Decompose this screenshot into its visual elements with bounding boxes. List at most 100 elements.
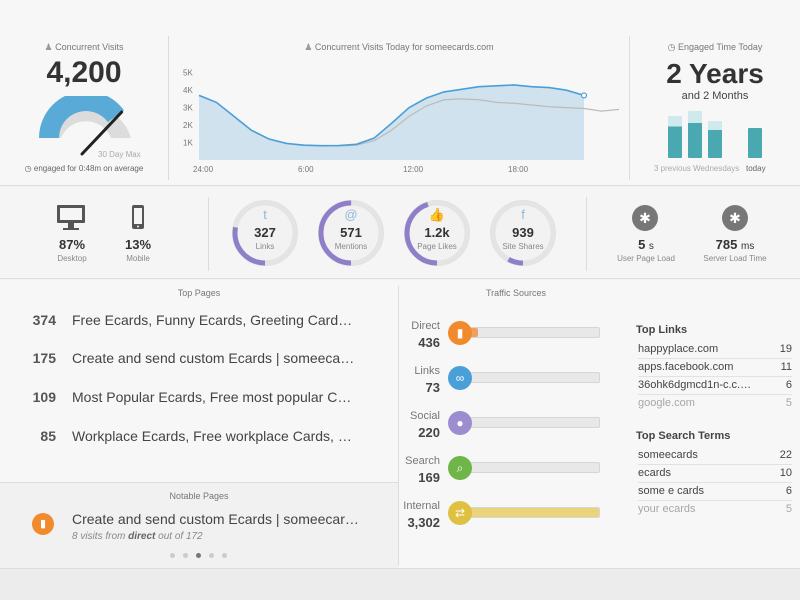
top-link-row[interactable]: 36ohk6dgmcd1n-c.c.… 6 bbox=[638, 377, 792, 395]
top-links-title: Top Links bbox=[636, 324, 688, 336]
concurrent-gauge bbox=[39, 96, 131, 156]
mobile-icon bbox=[132, 205, 144, 229]
gauge-max-label: 30 Day Max bbox=[98, 150, 141, 159]
engaged-bar-today bbox=[748, 128, 762, 158]
server-load-time: ✱ 785 ms Server Load Time bbox=[696, 203, 776, 273]
social-stat-value: 1.2k bbox=[424, 225, 450, 240]
engaged-bar bbox=[708, 120, 722, 158]
user-page-load-number: 5 bbox=[638, 237, 646, 252]
top-link-name: apps.facebook.com bbox=[638, 361, 734, 373]
facebook-icon: f bbox=[521, 207, 525, 222]
traffic-source-name: Internal bbox=[403, 500, 440, 512]
traffic-source-value: 169 bbox=[418, 470, 440, 485]
thumb-icon: 👍 bbox=[428, 207, 446, 222]
engaged-bar bbox=[688, 110, 702, 158]
realtime-overview-row: ♟ Concurrent Visits 4,200 30 Day Max ◷ e… bbox=[0, 0, 800, 186]
search-term-name: someecards bbox=[638, 449, 698, 461]
chat-icon: ● bbox=[448, 411, 472, 435]
device-desktop-label: Desktop bbox=[57, 254, 87, 263]
top-link-row[interactable]: google.com 5 bbox=[638, 395, 792, 413]
search-term-row[interactable]: some e cards 6 bbox=[638, 483, 792, 501]
search-term-row[interactable]: your ecards 5 bbox=[638, 501, 792, 519]
top-link-row[interactable]: happyplace.com 19 bbox=[638, 341, 792, 359]
traffic-source-search[interactable]: Search 169 ⌕ bbox=[400, 455, 610, 495]
social-stat-value: 939 bbox=[512, 225, 534, 240]
top-link-count: 11 bbox=[780, 361, 792, 373]
search-icon: ⌕ bbox=[448, 456, 472, 480]
search-term-name: ecards bbox=[638, 467, 672, 479]
walker-icon: ✱ bbox=[722, 205, 748, 231]
traffic-source-bar bbox=[460, 327, 600, 338]
search-term-name: some e cards bbox=[638, 485, 705, 497]
person-icon: ♟ bbox=[304, 42, 313, 52]
concurrent-visits-title-text: Concurrent Visits bbox=[55, 42, 124, 52]
visits-chart-title-text: Concurrent Visits Today for someecards.c… bbox=[314, 42, 494, 52]
traffic-source-name: Links bbox=[414, 365, 440, 377]
traffic-source-bar bbox=[460, 372, 600, 383]
traffic-source-bar bbox=[460, 417, 600, 428]
person-icon: ♟ bbox=[44, 42, 53, 52]
top-link-row[interactable]: apps.facebook.com 11 bbox=[638, 359, 792, 377]
traffic-source-direct[interactable]: Direct 436 ▮ bbox=[400, 320, 610, 360]
concurrent-visits-title: ♟ Concurrent Visits bbox=[0, 42, 168, 53]
stats-row: 87% Desktop 13% Mobile t 327 Links @571 Ment… bbox=[0, 187, 800, 279]
device-mobile-value: 13% bbox=[124, 237, 152, 252]
user-page-load-unit: s bbox=[648, 241, 654, 252]
bookmark-icon: ▮ bbox=[448, 321, 472, 345]
search-term-row[interactable]: ecards 10 bbox=[638, 465, 792, 483]
search-term-name: your ecards bbox=[638, 503, 696, 515]
walker-icon: ✱ bbox=[632, 205, 658, 231]
divider bbox=[586, 197, 587, 271]
user-page-load-value: 5 s bbox=[608, 237, 684, 252]
search-term-count: 6 bbox=[785, 485, 792, 497]
device-mobile: 13% Mobile bbox=[110, 203, 170, 273]
visits-chart-panel: ♟ Concurrent Visits Today for someecards… bbox=[169, 0, 629, 186]
traffic-source-bar-fill bbox=[461, 508, 599, 517]
search-term-row[interactable]: someecards 22 bbox=[638, 447, 792, 465]
engaged-average: ◷ engaged for 0:48m on average bbox=[0, 164, 168, 173]
social-stat-site-shares: f 939 Site Shares bbox=[486, 195, 560, 271]
content-row: Top Pages 374 Free Ecards, Funny Ecards,… bbox=[0, 280, 800, 568]
x-tick-label: 6:00 bbox=[298, 165, 314, 174]
user-page-load-label: User Page Load bbox=[617, 254, 675, 263]
swap-icon: ⇄ bbox=[448, 501, 472, 525]
top-link-count: 19 bbox=[779, 343, 792, 355]
y-tick-label: 3K bbox=[183, 104, 193, 113]
engaged-time-value: 2 Years bbox=[666, 58, 764, 89]
traffic-source-social[interactable]: Social 220 ● bbox=[400, 410, 610, 450]
y-tick-label: 2K bbox=[183, 121, 193, 130]
social-stat-links: t 327 Links bbox=[228, 195, 302, 271]
x-tick-label: 12:00 bbox=[403, 165, 424, 174]
traffic-source-name: Search bbox=[405, 455, 440, 467]
clock-icon: ◷ bbox=[667, 42, 676, 52]
top-search-terms-title: Top Search Terms bbox=[636, 430, 731, 442]
divider bbox=[208, 197, 209, 271]
today-label: today bbox=[746, 164, 766, 173]
user-page-load: ✱ 5 s User Page Load bbox=[608, 203, 686, 273]
traffic-source-bar bbox=[460, 507, 600, 518]
traffic-source-value: 3,302 bbox=[407, 515, 440, 530]
link-icon: ∞ bbox=[448, 366, 472, 390]
social-stat-page-likes: 👍 1.2k Page Likes bbox=[400, 195, 474, 271]
concurrent-visits-panel: ♟ Concurrent Visits 4,200 30 Day Max ◷ e… bbox=[0, 0, 168, 186]
top-link-count: 5 bbox=[785, 397, 792, 409]
top-link-name: 36ohk6dgmcd1n-c.c.… bbox=[638, 379, 752, 391]
mention-icon: @ bbox=[344, 207, 358, 222]
concurrent-visits-value: 4,200 bbox=[46, 56, 122, 89]
x-tick-label: 18:00 bbox=[508, 165, 529, 174]
traffic-source-internal[interactable]: Internal 3,302 ⇄ bbox=[400, 500, 610, 540]
visits-area-chart: 1K 2K 3K 4K 5K 24:00 6:00 12:00 18:00 bbox=[183, 69, 620, 174]
engaged-average-text: engaged for 0:48m on average bbox=[33, 164, 144, 173]
traffic-source-links[interactable]: Links 73 ∞ bbox=[400, 365, 610, 405]
engaged-time-title: ◷ Engaged Time Today bbox=[630, 42, 800, 53]
engaged-time-sub: and 2 Months bbox=[681, 90, 749, 102]
top-link-count: 6 bbox=[785, 379, 792, 391]
social-stat-label: Site Shares bbox=[502, 242, 544, 251]
traffic-source-value: 220 bbox=[418, 425, 440, 440]
traffic-source-name: Social bbox=[410, 410, 440, 422]
search-term-count: 22 bbox=[779, 449, 792, 461]
clock-icon: ◷ bbox=[24, 164, 32, 173]
social-stat-mentions: @571 Mentions bbox=[314, 195, 388, 271]
engaged-time-panel: ◷ Engaged Time Today 2 Years and 2 Month… bbox=[630, 0, 800, 186]
desktop-icon bbox=[57, 205, 85, 230]
